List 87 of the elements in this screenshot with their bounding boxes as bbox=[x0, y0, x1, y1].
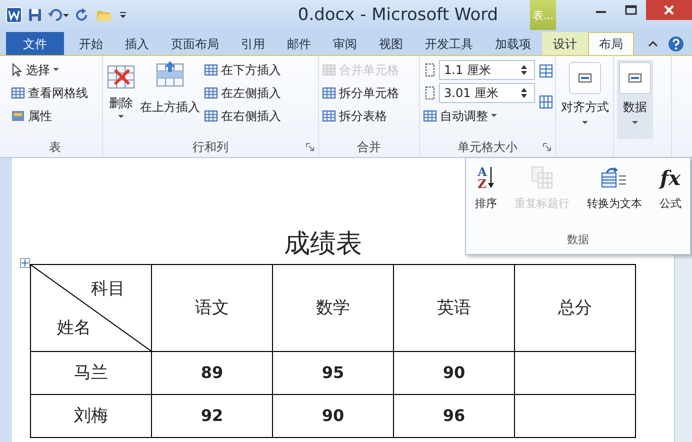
ribbon-button[interactable]: fx 公式 bbox=[659, 164, 682, 232]
column-width-icon bbox=[423, 86, 437, 100]
group-label: 合并 bbox=[357, 138, 381, 156]
table-cell: 英语 bbox=[394, 264, 514, 352]
row-heading: 姓名 bbox=[57, 316, 91, 339]
ribbon-tab[interactable]: 布局 bbox=[588, 32, 634, 55]
row-height-icon bbox=[423, 63, 437, 77]
table-icon bbox=[322, 63, 336, 77]
caret-icon bbox=[632, 121, 638, 125]
word-logo-icon bbox=[6, 7, 22, 23]
document-title: 成绩表 bbox=[284, 230, 362, 260]
maximize-icon bbox=[625, 5, 637, 15]
ribbon-tab[interactable]: 开发工具 bbox=[414, 32, 484, 55]
table-cell: 92 bbox=[152, 394, 272, 438]
table-move-handle-icon[interactable] bbox=[20, 258, 30, 268]
group-label: 单元格大小 bbox=[458, 138, 518, 156]
ribbon-tab[interactable]: 插入 bbox=[114, 32, 160, 55]
ribbon-button[interactable]: 在下方插入 bbox=[204, 60, 281, 80]
table-cell: 数学 bbox=[272, 264, 394, 352]
table-icon bbox=[204, 63, 218, 77]
group-label: 数据 bbox=[566, 232, 590, 248]
group-label: 行和列 bbox=[192, 138, 228, 156]
data-icon bbox=[628, 72, 642, 84]
convert-to-text-icon bbox=[601, 166, 628, 190]
formula-icon: fx bbox=[660, 166, 681, 190]
window-title: 0.docx - Microsoft Word bbox=[296, 5, 500, 25]
ribbon-tab[interactable]: 加载项 bbox=[484, 32, 542, 55]
table-icon bbox=[322, 86, 336, 100]
repeat-header-icon bbox=[530, 166, 554, 190]
table-cell: 语文 bbox=[152, 264, 272, 352]
redo-icon[interactable] bbox=[76, 8, 90, 22]
table-cell: 90 bbox=[394, 351, 514, 394]
dialog-launcher-icon[interactable] bbox=[543, 143, 551, 151]
collapse-ribbon-icon[interactable] bbox=[648, 40, 658, 48]
ribbon-tab[interactable]: 页面布局 bbox=[160, 32, 230, 55]
ribbon-tab[interactable]: 视图 bbox=[368, 32, 414, 55]
ribbon-tab[interactable]: 开始 bbox=[68, 32, 114, 55]
distribute-rows-icon[interactable] bbox=[539, 64, 553, 78]
ribbon-tab[interactable]: 引用 bbox=[230, 32, 276, 55]
size-field[interactable]: 3.01 厘米 bbox=[439, 83, 535, 103]
table-icon bbox=[11, 86, 25, 100]
column-heading: 科目 bbox=[91, 278, 125, 300]
ribbon-button[interactable]: 拆分表格 bbox=[322, 106, 399, 126]
table-cell: 刘梅 bbox=[30, 394, 152, 438]
table-icon bbox=[204, 86, 218, 100]
ribbon-button[interactable]: 属性 bbox=[11, 106, 88, 126]
dialog-launcher-icon[interactable] bbox=[306, 143, 314, 151]
ribbon-group-button[interactable]: 数据 bbox=[617, 60, 653, 139]
caret-icon bbox=[582, 121, 588, 125]
table-cell: 89 bbox=[152, 351, 272, 394]
ribbon-tab[interactable]: 设计 bbox=[542, 32, 588, 55]
group-label: 表 bbox=[49, 138, 61, 156]
ribbon-button[interactable]: A Z 排序 bbox=[474, 164, 497, 232]
ribbon-button[interactable]: 在左侧插入 bbox=[204, 83, 281, 103]
ribbon-button[interactable]: 删除 bbox=[106, 60, 136, 119]
table-icon bbox=[322, 109, 336, 123]
ribbon-button[interactable]: 查看网格线 bbox=[11, 83, 88, 103]
save-icon[interactable] bbox=[28, 8, 42, 22]
ribbon-button[interactable]: 转换为文本 bbox=[586, 164, 642, 232]
undo-icon[interactable] bbox=[48, 8, 70, 22]
ribbon-button[interactable]: 在上方插入 bbox=[140, 60, 200, 116]
alignment-icon bbox=[578, 72, 592, 84]
properties-icon bbox=[11, 109, 25, 123]
cursor-icon bbox=[11, 63, 23, 77]
size-field[interactable]: 1.1 厘米 bbox=[439, 60, 535, 80]
spinner-arrows-icon[interactable] bbox=[520, 87, 528, 99]
spinner-arrows-icon[interactable] bbox=[520, 64, 528, 76]
table-icon bbox=[204, 109, 218, 123]
ribbon-button[interactable]: 选择 bbox=[11, 60, 88, 80]
ribbon-tab[interactable]: 邮件 bbox=[276, 32, 322, 55]
table-cell: 95 bbox=[272, 351, 394, 394]
ribbon-group-button[interactable]: 对齐方式 bbox=[559, 60, 611, 139]
table-icon bbox=[423, 109, 437, 123]
table-cell: 90 bbox=[272, 394, 394, 438]
distribute-columns-icon[interactable] bbox=[539, 95, 553, 109]
help-icon[interactable] bbox=[668, 36, 684, 52]
close-button[interactable] bbox=[646, 0, 692, 20]
ribbon-tab[interactable]: 文件 bbox=[6, 32, 64, 55]
table-cell: 马兰 bbox=[30, 351, 152, 394]
ribbon-tab[interactable]: 审阅 bbox=[322, 32, 368, 55]
ribbon-button[interactable]: 自动调整 bbox=[423, 106, 535, 126]
table-cell: 总分 bbox=[514, 264, 636, 352]
context-tab-label: 表... bbox=[530, 0, 556, 30]
table-cell: 96 bbox=[394, 394, 514, 438]
close-icon bbox=[663, 4, 675, 16]
ribbon-button[interactable]: 在右侧插入 bbox=[204, 106, 281, 126]
ribbon-button[interactable]: 拆分单元格 bbox=[322, 83, 399, 103]
